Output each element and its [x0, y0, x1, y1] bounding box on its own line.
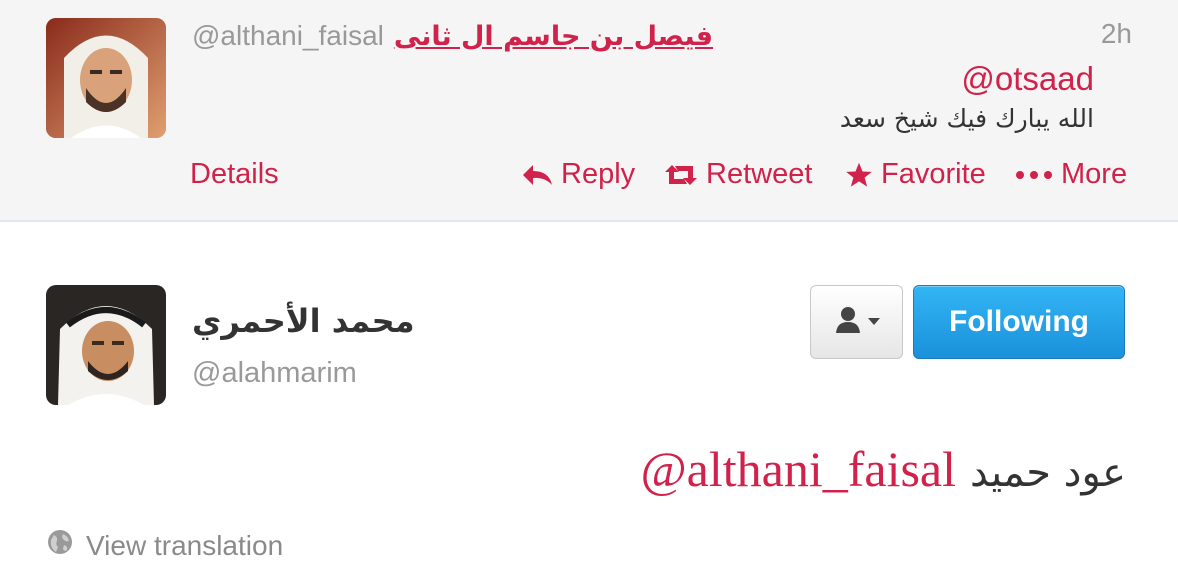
reply-arrow-icon: [521, 163, 553, 187]
reply-button[interactable]: Reply: [521, 158, 635, 191]
globe-icon: [46, 528, 74, 563]
reply-tweet-header: @althani_faisal فيصل بن جاسم ال ثانى: [192, 16, 713, 56]
tweet-actions: Details Reply Retweet Favorite More: [0, 154, 1178, 198]
reply-full-name[interactable]: فيصل بن جاسم ال ثانى: [394, 21, 713, 52]
reply-tweet-text: الله يبارك فيك شيخ سعد: [839, 104, 1094, 133]
avatar-althani-faisal[interactable]: [46, 18, 166, 138]
star-icon: [845, 161, 873, 189]
retweet-button[interactable]: Retweet: [664, 158, 812, 191]
main-mention-link[interactable]: @althani_faisal: [641, 440, 956, 498]
retweet-icon: [664, 163, 698, 187]
more-button[interactable]: More: [1015, 158, 1127, 191]
reply-mention-link[interactable]: @otsaad: [961, 60, 1094, 98]
avatar-alahmarim[interactable]: [46, 285, 166, 405]
view-translation-link[interactable]: View translation: [46, 528, 283, 563]
view-translation-label: View translation: [86, 529, 284, 561]
chevron-down-icon: [867, 313, 881, 331]
main-screen-name[interactable]: @alahmarim: [192, 357, 357, 390]
user-actions-dropdown[interactable]: [810, 285, 903, 359]
details-link[interactable]: Details: [190, 158, 279, 191]
retweet-label: Retweet: [706, 158, 813, 190]
main-tweet-arabic-text: عود حميد: [970, 450, 1126, 496]
reply-tweet: @althani_faisal فيصل بن جاسم ال ثانى 2h …: [0, 0, 1178, 222]
main-full-name[interactable]: محمد الأحمري: [192, 302, 415, 340]
main-tweet-text: @althani_faisal عود حميد: [641, 440, 1126, 498]
more-label: More: [1061, 158, 1128, 190]
ellipsis-icon: [1015, 169, 1053, 181]
favorite-button[interactable]: Favorite: [845, 158, 986, 191]
reply-label: Reply: [561, 158, 636, 190]
following-button[interactable]: Following: [913, 285, 1125, 359]
reply-screen-name[interactable]: @althani_faisal: [192, 20, 384, 52]
favorite-label: Favorite: [881, 158, 986, 190]
reply-timestamp[interactable]: 2h: [1101, 18, 1132, 50]
person-icon: [833, 305, 863, 340]
